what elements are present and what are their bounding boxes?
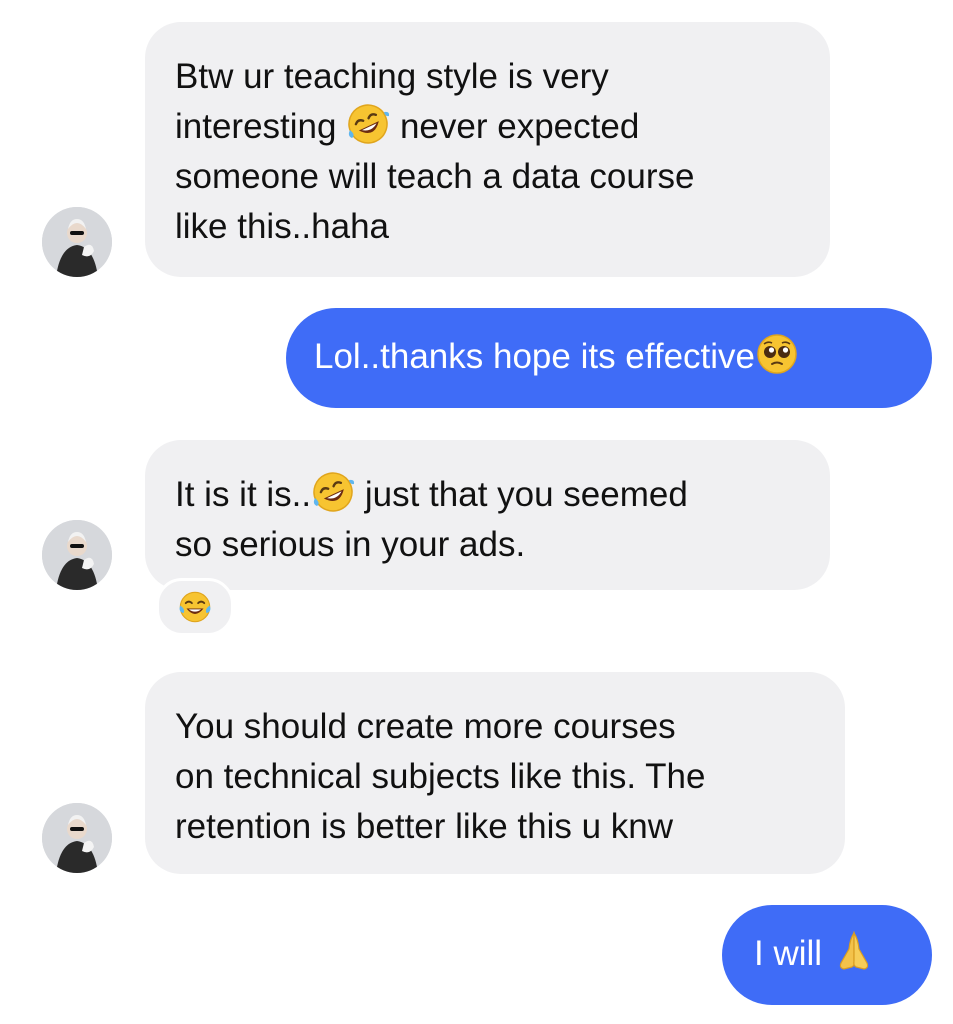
incoming-message[interactable]: You should create more courses on techni… (145, 672, 845, 874)
incoming-message[interactable]: Btw ur teaching style is very interestin… (145, 22, 830, 277)
message-text: so serious in your ads. (175, 525, 526, 564)
sender-avatar[interactable] (42, 803, 112, 873)
message-text: Btw ur teaching style is very (175, 57, 609, 96)
message-text: just that you seemed (364, 475, 688, 514)
message-text: I will (754, 934, 823, 973)
message-text: You should create more courses (175, 707, 676, 746)
incoming-message[interactable]: It is it is.. just that you seemed so se… (145, 440, 830, 590)
pleading-face-emoji (755, 332, 799, 376)
message-text: someone will teach a data course (175, 157, 695, 196)
avatar-image (42, 207, 112, 277)
message-text: on technical subjects like this. The (175, 757, 706, 796)
message-text: like this..haha (175, 207, 390, 246)
rofl-emoji (311, 470, 355, 514)
message-text: interesting (175, 107, 337, 146)
joy-emoji (178, 590, 212, 624)
outgoing-message[interactable]: I will (722, 905, 932, 1005)
message-text: It is it is.. (175, 475, 312, 514)
sender-avatar[interactable] (42, 520, 112, 590)
avatar-image (42, 520, 112, 590)
message-text: Lol..thanks hope its effective (314, 337, 756, 376)
rofl-emoji (346, 102, 390, 146)
sender-avatar[interactable] (42, 207, 112, 277)
message-text: retention is better like this u knw (175, 807, 674, 846)
outgoing-message[interactable]: Lol..thanks hope its effective (286, 308, 932, 408)
message-reaction[interactable] (156, 578, 234, 636)
avatar-image (42, 803, 112, 873)
message-text: never expected (399, 107, 640, 146)
folded-hands-emoji (832, 929, 876, 973)
